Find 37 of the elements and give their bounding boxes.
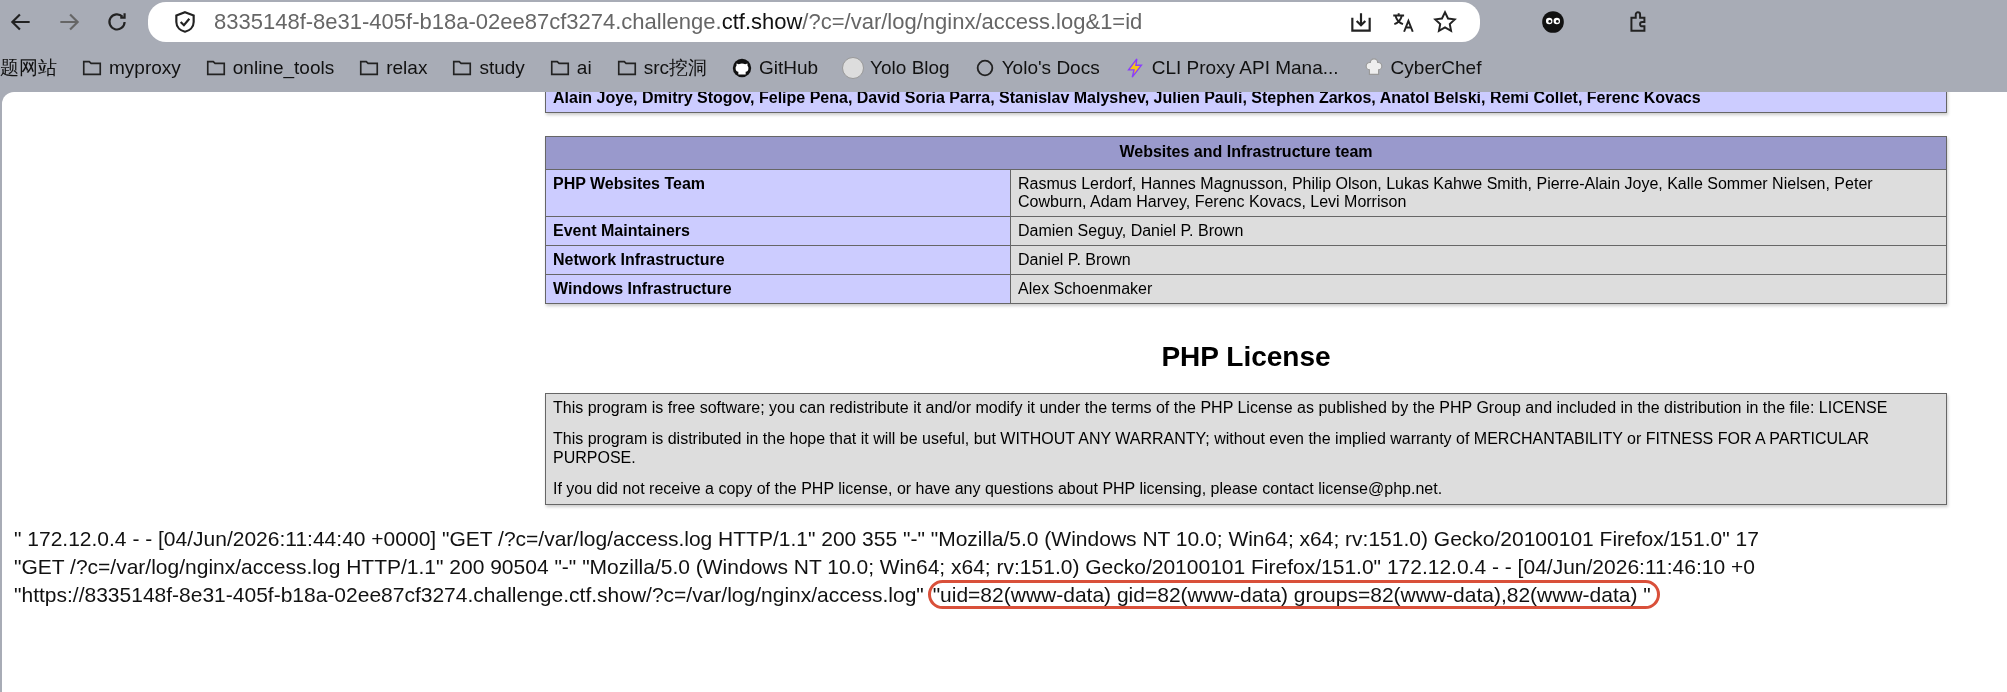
table-cell: Alain Joye, Dmitry Stogov, Felipe Pena, David Soria Parra, Stanislav Malyshev, Julien Pauli, Stephen Zarkos, Anatol Belski, Remi Collet, Ferenc Kovacs [545, 92, 1947, 113]
bookmark-item[interactable]: online_tools [204, 57, 335, 79]
table-cell: Rasmus Lerdorf, Hannes Magnusson, Philip Olson, Lukas Kahwe Smith, Pierre-Alain Joye, Kalle Sommer Nielsen, Peter Cowburn, Adam Harvey, Ferenc Kovacs, Levi Morrison [1010, 169, 1947, 217]
url-text: 8335148f-8e31-405f-b18a-02ee87cf3274.challenge.ctf.show/?c=/var/log/nginx/access.log&1=id [214, 9, 1144, 35]
table-cell: Daniel P. Brown [1010, 245, 1947, 275]
bookmark-item[interactable]: CLI Proxy API Mana... [1123, 57, 1339, 79]
table-header: Websites and Infrastructure team [545, 136, 1947, 170]
avatar-icon [842, 57, 865, 79]
log-line: "https://8335148f-8e31-405f-b18a-02ee87cf3274.challenge.ctf.show/?c=/var/log/nginx/access.log" [14, 583, 924, 606]
bookmark-item[interactable]: CyberChef [1362, 57, 1482, 79]
license-paragraph: If you did not receive a copy of the PHP license, or have any questions about PHP licensing, please contact license@php.net. [553, 479, 1444, 498]
table-cell: Windows Infrastructure [545, 274, 1011, 304]
bookmark-item[interactable]: 题网站 [0, 55, 57, 81]
address-bar[interactable]: 8335148f-8e31-405f-b18a-02ee87cf3274.challenge.ctf.show/?c=/var/log/nginx/access.log&1=id [148, 2, 1480, 42]
bookmark-item[interactable]: GitHub [730, 57, 819, 79]
shield-icon [172, 9, 198, 35]
bookmark-item[interactable]: relax [358, 57, 428, 79]
log-line: "GET /?c=/var/log/nginx/access.log HTTP/1.1" 200 90504 "-" "Mozilla/5.0 (Windows NT 10.0; Win64; x64; rv:151.0) Gecko/20100101 Firefox/151.0" 172.12.0.4 - - [04/Jun/2026:11:46:10 +0 [14, 554, 1756, 580]
cat-logo-icon [730, 57, 753, 79]
eyes-icon[interactable] [1540, 9, 1566, 35]
bookmark-item[interactable]: src挖洞 [615, 55, 707, 81]
table-cell: Damien Seguy, Daniel P. Brown [1010, 216, 1947, 246]
license-paragraph: This program is free software; you can redistribute it and/or modify it under the terms of the PHP License as published by the PHP Group and included in the distribution in the file: LICENSE [553, 398, 1889, 417]
log-line: " 172.12.0.4 - - [04/Jun/2026:11:44:40 +0000] "GET /?c=/var/log/access.log HTTP/1.1" 200 355 "-" "Mozilla/5.0 (Windows NT 10.0; Win64; x64; rv:151.0) Gecko/20100101 Firefox/151.0" 17 [14, 526, 1760, 552]
bookmark-item[interactable]: study [451, 57, 525, 79]
bookmark-item[interactable]: ai [548, 57, 592, 79]
bookmark-item[interactable]: myproxy [81, 57, 181, 79]
table-cell: Network Infrastructure [545, 245, 1011, 275]
table-cell: Event Maintainers [545, 216, 1011, 246]
bookmark-item[interactable]: Yolo Blog [842, 57, 950, 79]
license-paragraph: This program is distributed in the hope that it will be useful, but WITHOUT ANY WARRANTY; without even the implied warranty of MERCHANTABILITY or FITNESS FOR A PARTICULAR PURPOSE. [553, 429, 1871, 467]
bookmark-item[interactable]: Yolo's Docs [973, 57, 1100, 79]
star-icon[interactable] [1432, 9, 1458, 35]
table-cell: Alex Schoenmaker [1010, 274, 1947, 304]
section-heading: PHP License [1160, 341, 1332, 373]
command-output: "uid=82(www-data) gid=82(www-data) groups=82(www-data),82(www-data) " [927, 580, 1660, 609]
table-cell: PHP Websites Team [545, 169, 1011, 217]
